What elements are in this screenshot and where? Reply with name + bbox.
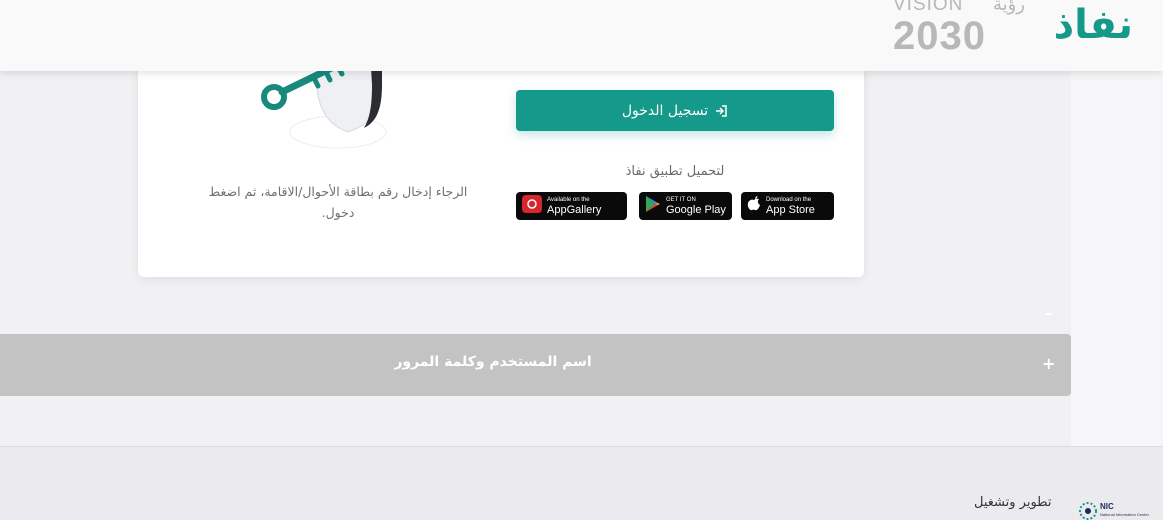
plus-icon[interactable]: + [1042,354,1055,373]
download-app-label: لتحميل تطبيق نفاذ [625,164,725,179]
appgallery-big: AppGallery [547,203,602,216]
google-play-small: GET IT ON [666,196,696,203]
username-password-accordion[interactable]: اسم المستخدم وكلمة المرور + [0,334,1071,396]
appgallery-small: Available on the [547,196,590,203]
app-store-big: App Store [766,203,815,216]
huawei-icon [522,195,542,217]
nic-logo[interactable]: NIC National Information Center [1078,501,1149,520]
nafath-logo[interactable]: نفاذ [1054,2,1134,48]
right-gutter [1071,71,1163,446]
vision-arabic: رؤية [992,0,1025,15]
nic-subtext: National Information Center [1100,512,1149,517]
google-play-icon [645,195,661,217]
app-store-small: Download on the [766,196,812,203]
login-card: الرجاء إدخال رقم بطاقة الأحوال/الاقامة، … [138,40,864,277]
header: VISION رؤية 2030 نفاذ [0,0,1163,71]
apple-icon [747,196,761,216]
login-arrow-icon [714,104,728,118]
footer-label: تطوير وتشغيل [974,495,1052,510]
footer: تطوير وتشغيل NIC National Information Ce… [0,446,1163,520]
divider-dash [1046,313,1052,315]
google-play-big: Google Play [666,203,726,216]
accordion-title: اسم المستخدم وكلمة المرور [394,354,592,370]
appgallery-badge[interactable]: Available on the AppGallery [516,192,627,220]
nic-text: NIC [1100,502,1114,511]
vision-year: 2030 [893,14,986,58]
app-store-badge[interactable]: Download on the App Store [741,192,834,220]
instruction-text: الرجاء إدخال رقم بطاقة الأحوال/الاقامة، … [208,184,468,220]
login-button[interactable]: تسجيل الدخول [516,90,834,131]
login-button-label: تسجيل الدخول [621,102,709,119]
vision-2030-logo: VISION رؤية 2030 [893,0,1025,60]
google-play-badge[interactable]: GET IT ON Google Play [639,192,732,220]
